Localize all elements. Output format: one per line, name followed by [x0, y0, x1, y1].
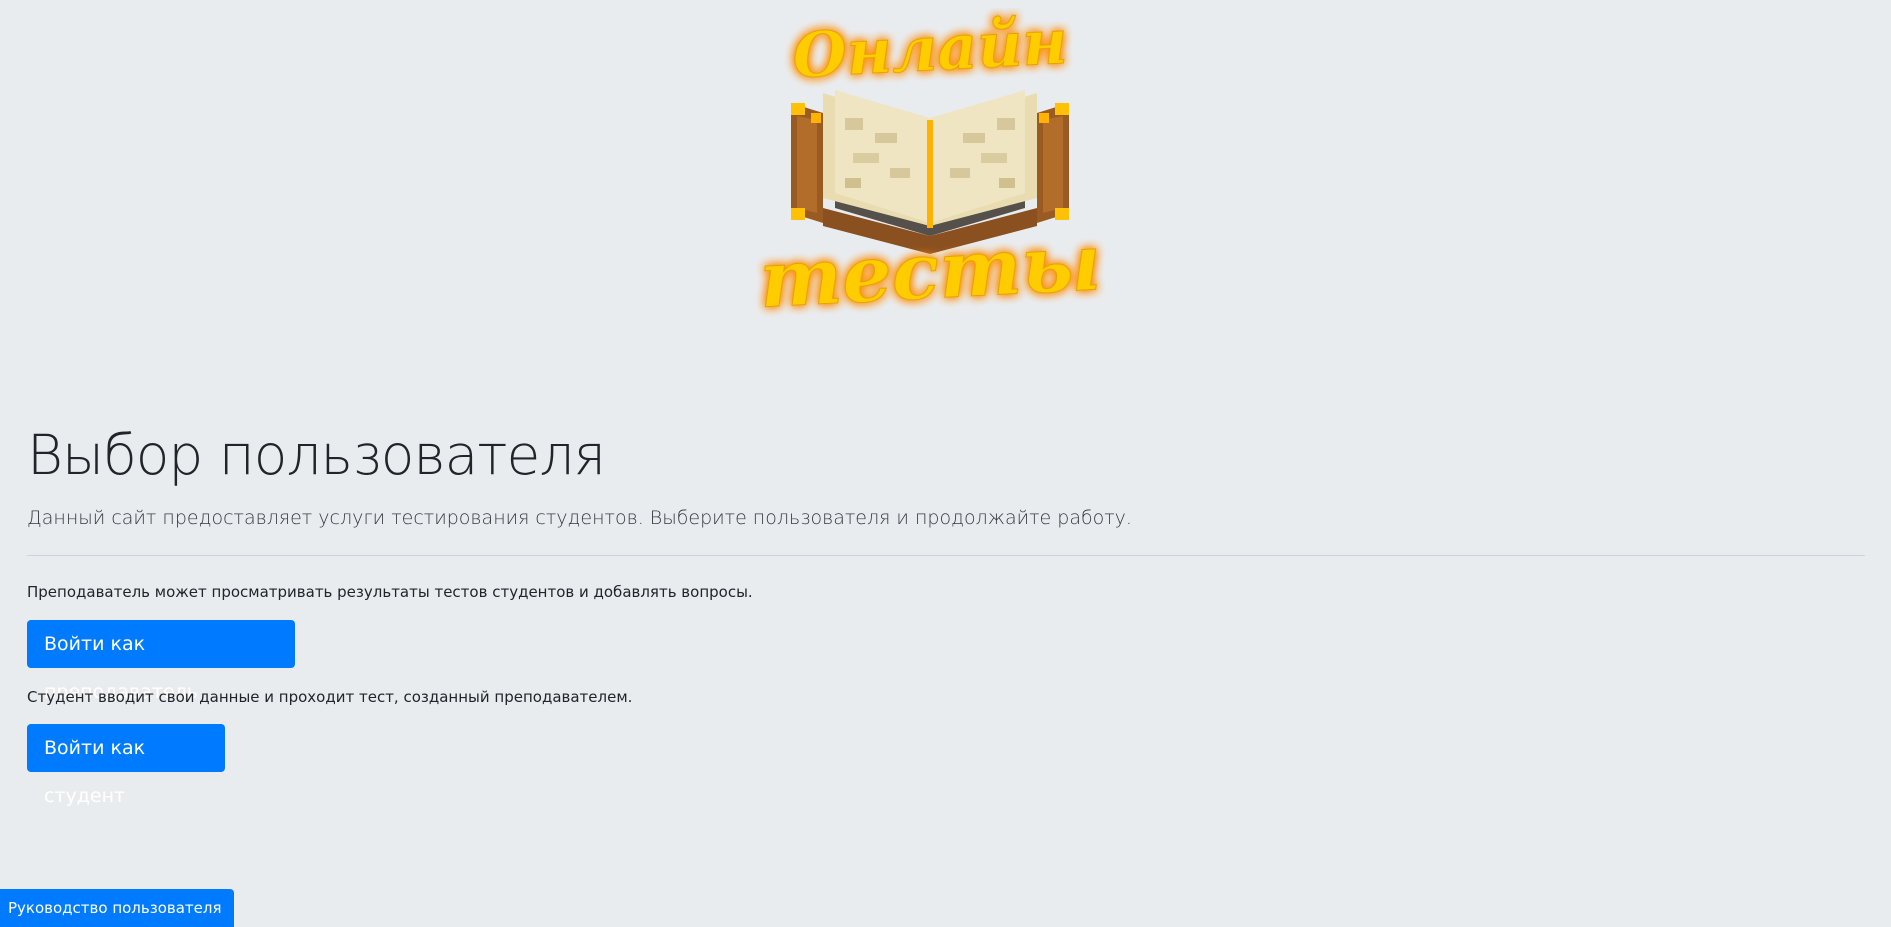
page-title: Выбор пользователя: [27, 423, 606, 487]
logo-text-bottom: тесты: [757, 217, 1103, 326]
login-teacher-button[interactable]: Войти как преподаватель: [27, 620, 295, 703]
student-description: Студент вводит свои данные и проходит те…: [27, 688, 633, 706]
page-lead: Данный сайт предоставляет услуги тестиро…: [27, 507, 1132, 529]
user-selection-panel: Выбор пользователя Данный сайт предостав…: [27, 423, 1865, 807]
login-student-button[interactable]: Войти как студент: [27, 724, 225, 807]
teacher-description: Преподаватель может просматривать резуль…: [27, 583, 753, 601]
logo-text-top: Онлайн: [791, 8, 1069, 92]
user-guide-button[interactable]: Руководство пользователя: [0, 889, 234, 927]
site-logo: Онлайн тесты: [735, 8, 1125, 328]
divider: [27, 555, 1865, 556]
